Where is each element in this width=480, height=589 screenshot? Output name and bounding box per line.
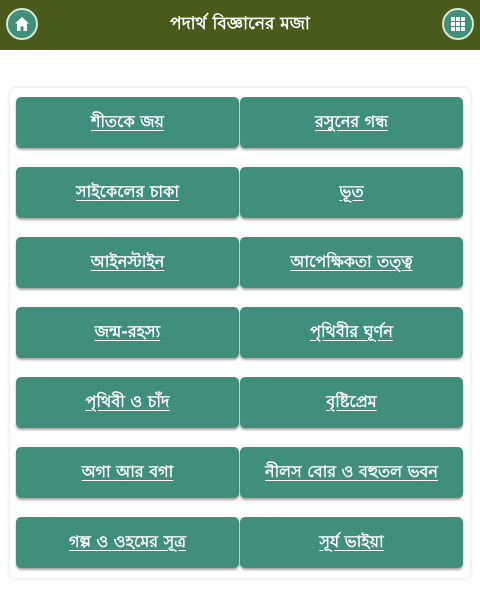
topic-label: আইনস্টাইন xyxy=(90,252,165,271)
topic-button[interactable]: বৃষ্টিপ্রেম xyxy=(240,377,463,428)
topic-button[interactable]: আইনস্টাইন xyxy=(16,237,239,288)
topic-button[interactable]: ভূত xyxy=(240,167,463,218)
topic-label: অগা আর বগা xyxy=(81,462,174,481)
grid-menu-button[interactable] xyxy=(442,8,474,40)
topic-label: আপেক্ষিকতা তত্ত্ব xyxy=(290,252,413,271)
topic-button[interactable]: শীতকে জয় xyxy=(16,97,239,148)
app-header: পদার্থ বিজ্ঞানের মজা xyxy=(0,0,480,50)
topic-label: ভূত xyxy=(339,182,364,201)
topics-grid: শীতকে জয় রসুনের গন্ধ সাইকেলের চাকা ভূত … xyxy=(16,97,463,568)
topic-button[interactable]: জন্ম-রহস্য xyxy=(16,307,239,358)
topic-label: সূর্য ভাইয়া xyxy=(319,532,384,551)
home-icon xyxy=(15,17,29,31)
topic-label: নীলস বোর ও বহুতল ভবন xyxy=(265,462,438,481)
topic-label: বৃষ্টিপ্রেম xyxy=(326,392,377,411)
topic-label: শীতকে জয় xyxy=(91,112,164,131)
topic-label: পৃথিবী ও চাঁদ xyxy=(85,392,170,411)
topic-button[interactable]: রসুনের গন্ধ xyxy=(240,97,463,148)
home-button[interactable] xyxy=(6,8,38,40)
topic-button[interactable]: পৃথিবীর ঘূর্ণন xyxy=(240,307,463,358)
page-title: পদার্থ বিজ্ঞানের মজা xyxy=(170,14,310,34)
topic-button[interactable]: অগা আর বগা xyxy=(16,447,239,498)
topic-label: গল্প ও ওহমের সূত্র xyxy=(68,532,187,551)
topic-label: রসুনের গন্ধ xyxy=(315,112,388,131)
topic-button[interactable]: গল্প ও ওহমের সূত্র xyxy=(16,517,239,568)
topic-button[interactable]: সাইকেলের চাকা xyxy=(16,167,239,218)
topic-button[interactable]: আপেক্ষিকতা তত্ত্ব xyxy=(240,237,463,288)
topic-label: সাইকেলের চাকা xyxy=(76,182,179,201)
grid-menu-icon xyxy=(451,17,465,31)
topic-button[interactable]: পৃথিবী ও চাঁদ xyxy=(16,377,239,428)
topic-button[interactable]: নীলস বোর ও বহুতল ভবন xyxy=(240,447,463,498)
topic-label: পৃথিবীর ঘূর্ণন xyxy=(310,322,393,341)
topic-button[interactable]: সূর্য ভাইয়া xyxy=(240,517,463,568)
topic-label: জন্ম-রহস্য xyxy=(94,322,161,341)
